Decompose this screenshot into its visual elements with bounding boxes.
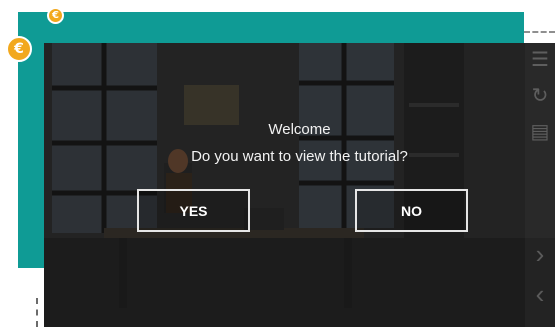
side-toolbar: ☰ ↻ ▤ › ‹ (525, 43, 555, 327)
dim-overlay (44, 43, 555, 327)
coin-badge-large[interactable]: € (6, 36, 32, 62)
yes-button[interactable]: YES (137, 189, 250, 232)
dashed-guide-left (36, 298, 38, 327)
dashed-guide-top (524, 31, 555, 33)
coin-badge-small[interactable]: € (47, 7, 64, 24)
refresh-icon[interactable]: ↻ (527, 83, 553, 108)
no-button[interactable]: NO (355, 189, 468, 232)
chevron-left-icon[interactable]: ‹ (527, 279, 553, 310)
dialog-question: Do you want to view the tutorial? (191, 148, 408, 165)
office-scene-viewport: ☰ ↻ ▤ › ‹ Welcome Do you want to view th… (44, 43, 555, 327)
dialog-title: Welcome (268, 121, 331, 138)
menu-icon[interactable]: ☰ (527, 47, 553, 72)
chevron-right-icon[interactable]: › (527, 239, 553, 270)
